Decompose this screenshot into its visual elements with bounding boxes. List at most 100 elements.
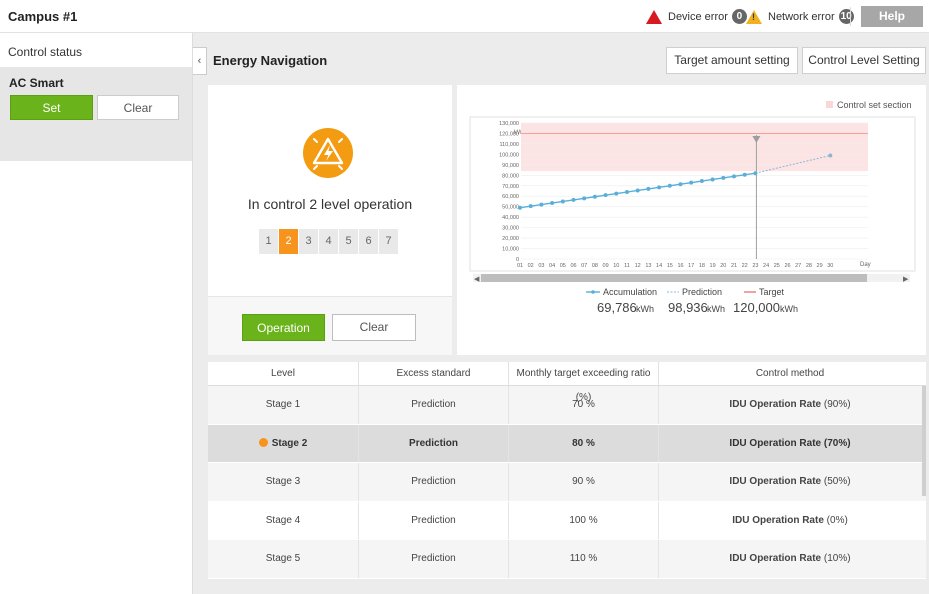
network-error-indicator[interactable]: Network error 10 xyxy=(746,9,854,24)
y-tick-label: 10,000 xyxy=(502,247,519,253)
y-tick-label: 40,000 xyxy=(502,215,519,221)
level-selector: 1234567 xyxy=(259,229,399,254)
main-content: ‹ Energy Navigation Target amount settin… xyxy=(193,33,929,594)
accumulation-legend-label: Accumulation xyxy=(603,287,657,297)
x-tick-label: 30 xyxy=(827,263,833,269)
control-method-cell: IDU Operation Rate (70%) xyxy=(659,425,921,463)
control-method-label: IDU Operation Rate xyxy=(729,476,822,487)
x-tick-label: 01 xyxy=(517,263,523,269)
level-button-4[interactable]: 4 xyxy=(319,229,338,254)
table-row[interactable]: Stage 3 Prediction 90 % IDU Operation Rate … xyxy=(208,463,926,502)
network-error-icon xyxy=(746,9,762,24)
x-tick-label: 06 xyxy=(570,263,576,269)
accumulation-point xyxy=(646,186,651,191)
energy-chart-card: Control set section kWh Day 0 10,000 20,00… xyxy=(457,85,926,355)
active-stage-indicator-icon xyxy=(258,437,268,447)
target-value: 120,000 xyxy=(733,300,780,315)
control-clear-button[interactable]: Clear xyxy=(332,314,416,341)
accumulation-point xyxy=(678,182,683,187)
accumulation-point xyxy=(732,174,736,179)
table-header: Level Excess standard Monthly target exc… xyxy=(208,362,926,403)
table-row[interactable]: Stage 4 Prediction 100 % IDU Operation Rate… xyxy=(208,501,926,540)
level-button-5[interactable]: 5 xyxy=(339,229,358,254)
x-tick-label: 17 xyxy=(688,263,694,269)
control-method-value: (50%) xyxy=(823,476,851,487)
accumulation-point xyxy=(710,177,715,182)
ratio-cell: 70 % xyxy=(509,386,659,424)
header-divider xyxy=(850,7,851,26)
x-tick-label: 15 xyxy=(667,263,673,269)
x-tick-label: 09 xyxy=(603,263,609,269)
x-tick-label: 12 xyxy=(635,263,641,269)
control-method-value: (10%) xyxy=(823,553,851,564)
operation-button[interactable]: Operation xyxy=(242,314,325,341)
level-label: Stage 5 xyxy=(265,553,301,564)
y-tick-label: 80,000 xyxy=(502,173,519,179)
level-button-6[interactable]: 6 xyxy=(359,229,378,254)
chart-scrollbar-thumb[interactable] xyxy=(481,274,867,282)
accumulation-legend-marker xyxy=(591,290,595,294)
level-button-7[interactable]: 7 xyxy=(379,229,398,254)
prediction-legend-label: Prediction xyxy=(682,287,722,297)
control-method-value: (70%) xyxy=(823,437,851,449)
sidebar-clear-button[interactable]: Clear xyxy=(97,95,179,120)
level-button-2[interactable]: 2 xyxy=(279,229,298,254)
control-method-cell: IDU Operation Rate (10%) xyxy=(659,540,921,578)
table-scrollbar[interactable] xyxy=(922,386,926,496)
accumulation-point xyxy=(699,179,704,184)
column-header-level: Level xyxy=(208,362,359,385)
target-amount-setting-button[interactable]: Target amount setting xyxy=(666,47,798,74)
control-method-cell: IDU Operation Rate (90%) xyxy=(659,386,921,424)
help-button[interactable]: Help xyxy=(861,6,923,27)
accumulation-point xyxy=(721,175,726,180)
energy-warning-icon xyxy=(303,128,353,178)
accumulation-point xyxy=(614,191,619,196)
x-tick-label: 26 xyxy=(784,263,790,269)
accumulation-point xyxy=(592,194,597,199)
scroll-right-icon[interactable]: ▶ xyxy=(903,276,909,283)
level-label: Stage 2 xyxy=(271,437,308,449)
x-tick-label: 24 xyxy=(763,263,769,269)
device-error-count: 0 xyxy=(731,9,747,24)
x-tick-label: 18 xyxy=(699,263,705,269)
page-title: Energy Navigation xyxy=(213,53,328,68)
level-button-1[interactable]: 1 xyxy=(259,229,278,254)
device-error-indicator[interactable]: Device error 0 xyxy=(646,9,747,24)
accumulation-point xyxy=(518,205,522,210)
y-tick-label: 50,000 xyxy=(502,205,519,211)
set-button[interactable]: Set xyxy=(10,95,93,120)
accumulation-point xyxy=(550,201,555,206)
level-cell: Stage 5 xyxy=(208,540,359,578)
target-unit: kWh xyxy=(780,304,798,314)
level-cell: Stage 3 xyxy=(208,463,359,501)
chevron-left-icon: ‹ xyxy=(197,55,202,67)
level-button-3[interactable]: 3 xyxy=(299,229,318,254)
accumulation-value: 69,786 xyxy=(597,300,637,315)
control-level-setting-button[interactable]: Control Level Setting xyxy=(802,47,926,74)
level-cell: Stage 1 xyxy=(208,386,359,424)
collapse-sidebar-button[interactable]: ‹ xyxy=(193,47,207,75)
energy-chart: Control set section kWh Day 010,00020,00… xyxy=(469,100,916,315)
y-tick-label: 20,000 xyxy=(502,236,519,242)
sidebar-title: Control status xyxy=(8,45,83,59)
table-row[interactable]: Stage 1 Prediction 70 % IDU Operation Rate … xyxy=(208,386,926,425)
accumulation-point xyxy=(689,180,694,185)
excess-standard-cell: Prediction xyxy=(359,463,509,501)
control-method-label: IDU Operation Rate xyxy=(732,514,824,526)
x-tick-label: 04 xyxy=(549,263,555,269)
level-label: Stage 1 xyxy=(265,399,301,410)
y-tick-label: 110,000 xyxy=(500,142,519,148)
accumulation-point xyxy=(667,183,672,188)
y-tick-label: 130,000 xyxy=(499,121,519,127)
control-set-section-band xyxy=(521,123,868,172)
scroll-left-icon[interactable]: ◀ xyxy=(474,276,480,283)
x-tick-label: 03 xyxy=(538,263,544,269)
accumulation-point xyxy=(657,185,662,190)
table-row[interactable]: Stage 5 Prediction 110 % IDU Operation Rate… xyxy=(208,540,926,579)
x-tick-label: 08 xyxy=(592,263,598,269)
control-method-label: IDU Operation Rate xyxy=(729,553,822,564)
prediction-end-point xyxy=(828,153,833,158)
x-tick-label: 05 xyxy=(560,263,566,269)
accumulation-point xyxy=(582,196,587,201)
table-row[interactable]: Stage 2 Prediction 80 % IDU Operation Rate … xyxy=(208,424,926,463)
